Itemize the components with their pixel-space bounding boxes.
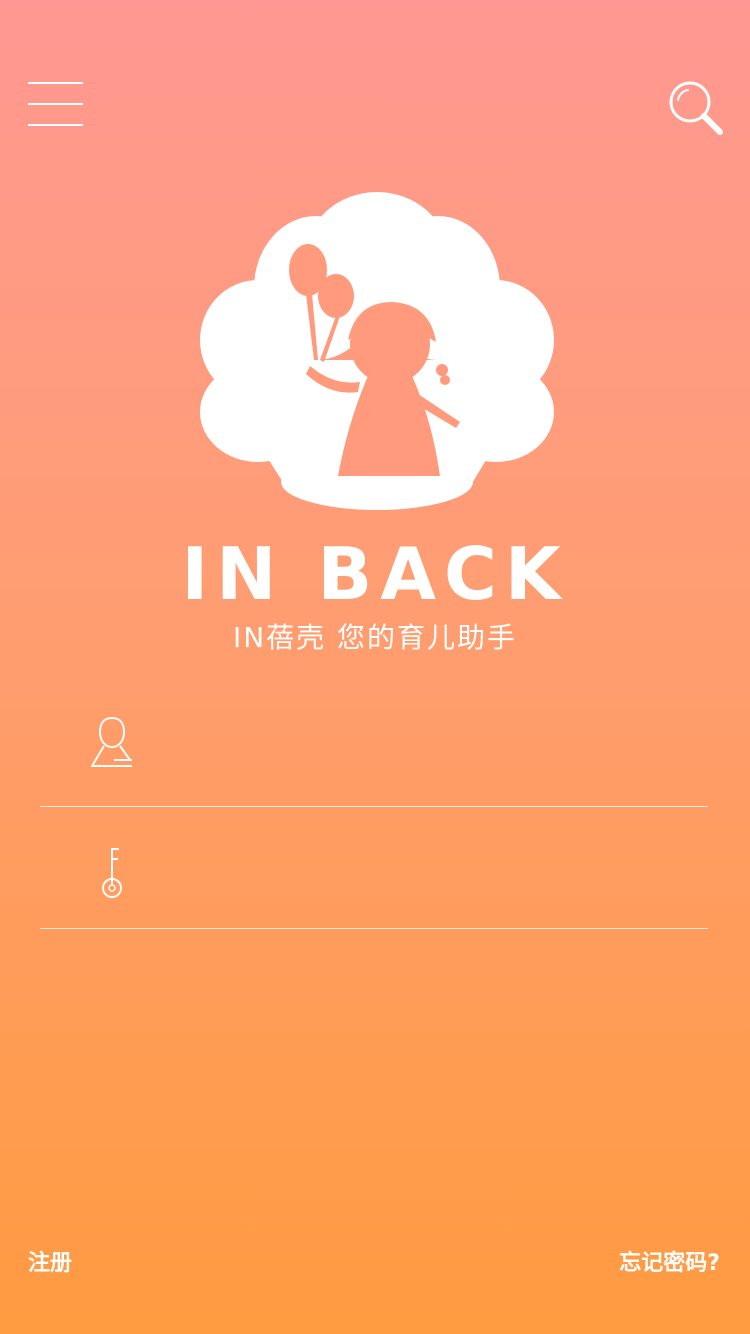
search-icon	[669, 81, 723, 135]
password-field[interactable]	[40, 810, 708, 929]
search-button[interactable]	[668, 80, 724, 136]
username-field[interactable]	[40, 688, 708, 807]
shell-girl-balloon-logo	[200, 192, 554, 510]
user-icon	[91, 716, 132, 767]
key-icon	[102, 848, 122, 898]
username-input[interactable]	[166, 718, 698, 780]
password-input[interactable]	[166, 840, 698, 902]
forgot-password-link[interactable]: 忘记密码?	[619, 1246, 720, 1282]
menu-button[interactable]	[28, 82, 84, 126]
brand-tagline: IN蓓壳 您的育儿助手	[232, 621, 518, 654]
register-link[interactable]: 注册	[28, 1246, 72, 1282]
brand-title: IN BACK	[181, 532, 569, 616]
